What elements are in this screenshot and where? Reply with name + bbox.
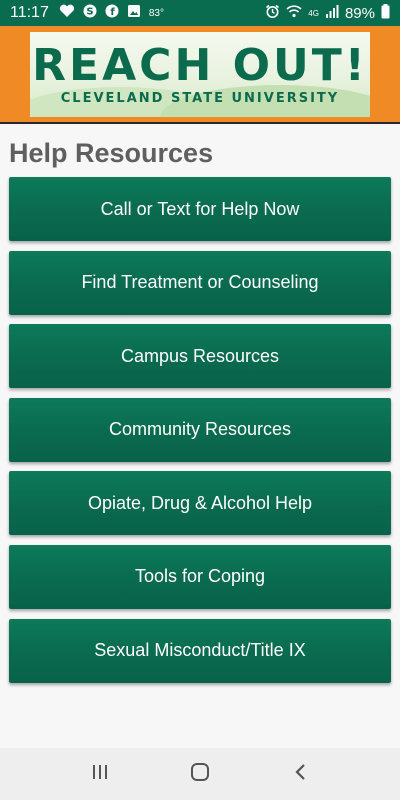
- network-type: 4G: [308, 8, 319, 18]
- temperature-text: 83°: [148, 7, 164, 19]
- help-resources-menu: Call or Text for Help Now Find Treatment…: [9, 177, 391, 692]
- wifi-icon: [286, 4, 302, 22]
- alarm-icon: [265, 4, 280, 23]
- home-button[interactable]: [180, 754, 220, 794]
- battery-icon: [381, 3, 390, 23]
- facebook-icon: f: [105, 4, 119, 22]
- home-icon: [190, 762, 210, 787]
- recents-icon: [91, 764, 109, 785]
- banner-title: REACH OUT!: [32, 40, 368, 91]
- shazam-icon: S: [83, 4, 97, 22]
- page-title: Help Resources: [9, 138, 214, 168]
- recents-button[interactable]: [80, 754, 120, 794]
- signal-icon: [325, 4, 339, 22]
- svg-text:S: S: [86, 7, 93, 18]
- status-time: 11:17: [10, 4, 49, 21]
- reach-out-banner: REACH OUT! CLEVELAND STATE UNIVERSITY: [0, 26, 400, 124]
- gallery-icon: [127, 4, 141, 22]
- banner-subtitle: CLEVELAND STATE UNIVERSITY: [60, 91, 340, 106]
- tools-for-coping-button[interactable]: Tools for Coping: [9, 544, 391, 609]
- back-button[interactable]: [280, 754, 320, 794]
- sexual-misconduct-button[interactable]: Sexual Misconduct/Title IX: [9, 618, 391, 683]
- call-or-text-button[interactable]: Call or Text for Help Now: [9, 177, 391, 241]
- android-nav-bar: [0, 748, 400, 800]
- svg-text:f: f: [110, 7, 115, 18]
- back-icon: [293, 763, 307, 786]
- banner-logo: REACH OUT! CLEVELAND STATE UNIVERSITY: [30, 32, 370, 117]
- iheart-icon: [59, 4, 75, 22]
- community-resources-button[interactable]: Community Resources: [9, 397, 391, 462]
- opiate-drug-alcohol-button[interactable]: Opiate, Drug & Alcohol Help: [9, 471, 391, 536]
- battery-percent: 89%: [344, 4, 375, 22]
- status-bar: 11:17 S f 83° 4G 89%: [0, 0, 400, 26]
- campus-resources-button[interactable]: Campus Resources: [9, 324, 391, 389]
- find-treatment-button[interactable]: Find Treatment or Counseling: [9, 250, 391, 315]
